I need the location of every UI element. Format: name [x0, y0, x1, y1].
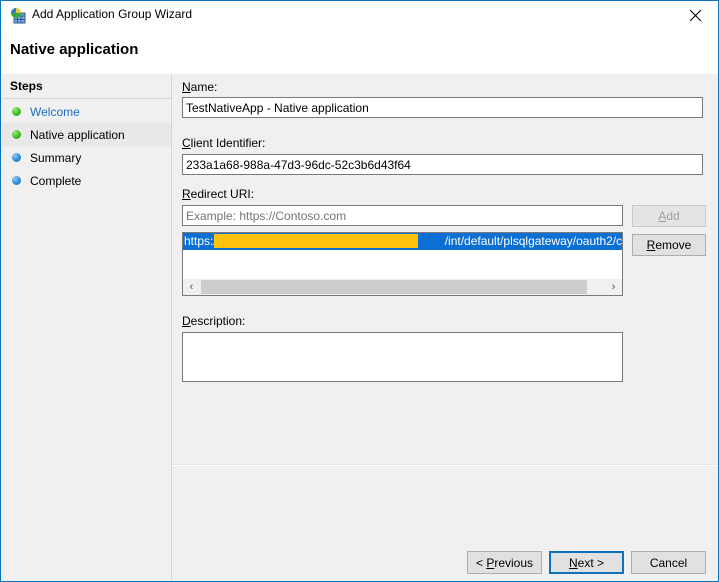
- steps-sidebar: Steps Welcome Native application Summary…: [2, 74, 172, 581]
- name-label-accel: N: [182, 80, 191, 94]
- scroll-right-arrow-icon[interactable]: ›: [605, 279, 622, 295]
- wizard-window: Add Application Group Wizard Native appl…: [0, 0, 719, 582]
- add-button-rest: dd: [666, 209, 680, 223]
- remove-button[interactable]: Remove: [632, 234, 706, 256]
- redirect-uri-suffix: /int/default/plsqlgateway/oauth2/callbac: [444, 234, 622, 248]
- previous-button-rest: revious: [494, 555, 534, 570]
- redirect-uri-label-rest: edirect URI:: [190, 187, 255, 201]
- sidebar-item-native-application[interactable]: Native application: [2, 123, 171, 146]
- redirect-uri-input[interactable]: [182, 205, 623, 226]
- sidebar-item-summary[interactable]: Summary: [2, 146, 171, 169]
- application-group-icon: [10, 8, 26, 24]
- steps-heading: Steps: [10, 79, 43, 93]
- sidebar-item-label: Complete: [30, 173, 82, 188]
- redirect-uri-label-accel: R: [182, 187, 191, 201]
- step-bullet-icon: [12, 107, 21, 116]
- next-button[interactable]: Next >: [549, 551, 624, 574]
- description-label: Description:: [182, 314, 245, 328]
- sidebar-item-welcome[interactable]: Welcome: [2, 100, 171, 123]
- step-bullet-icon: [12, 153, 21, 162]
- sidebar-item-label: Welcome: [30, 104, 80, 119]
- title-bar: Add Application Group Wizard: [1, 1, 718, 30]
- description-input[interactable]: [182, 332, 623, 382]
- client-identifier-label: Client Identifier:: [182, 136, 265, 150]
- name-label-rest: ame:: [190, 80, 218, 94]
- window-title: Add Application Group Wizard: [32, 7, 193, 21]
- cancel-button[interactable]: Cancel: [631, 551, 706, 574]
- previous-button-prefix: <: [475, 555, 487, 570]
- client-identifier-label-accel: C: [182, 136, 191, 150]
- page-title: Native application: [10, 41, 139, 58]
- add-button[interactable]: Add: [632, 205, 706, 227]
- previous-button[interactable]: < Previous: [467, 551, 542, 574]
- sidebar-divider: [2, 98, 171, 99]
- next-button-suffix: >: [593, 555, 605, 570]
- horizontal-scrollbar[interactable]: ‹ ›: [183, 278, 622, 295]
- scroll-left-arrow-icon[interactable]: ‹: [183, 279, 200, 295]
- main-panel: Name: Client Identifier: Redirect URI: A…: [172, 74, 718, 581]
- next-button-rest: ext: [577, 555, 594, 570]
- name-label: Name:: [182, 80, 217, 94]
- step-bullet-icon: [12, 176, 21, 185]
- scrollbar-thumb[interactable]: [201, 280, 587, 294]
- redaction-bar: [214, 234, 418, 248]
- step-bullet-icon: [12, 130, 21, 139]
- client-identifier-label-rest: lient Identifier:: [190, 136, 266, 150]
- close-icon[interactable]: [673, 1, 718, 30]
- footer-divider: [172, 464, 718, 466]
- redirect-uri-list[interactable]: https:/xxxxxxxxxxxxxxxxxxxxxxxxxxxxxxxxx…: [182, 232, 623, 296]
- redirect-uri-prefix: https:/: [184, 234, 217, 248]
- client-identifier-input[interactable]: [182, 154, 703, 175]
- description-label-accel: D: [182, 314, 191, 328]
- list-item[interactable]: https:/xxxxxxxxxxxxxxxxxxxxxxxxxxxxxxxxx…: [183, 233, 622, 250]
- description-label-rest: escription:: [190, 314, 246, 328]
- next-button-accel: N: [568, 555, 578, 570]
- sidebar-item-label: Summary: [30, 150, 82, 165]
- remove-button-accel: R: [646, 238, 656, 252]
- cancel-button-label: Cancel: [649, 555, 688, 570]
- sidebar-item-complete[interactable]: Complete: [2, 169, 171, 192]
- sidebar-item-label: Native application: [30, 127, 125, 142]
- remove-button-rest: emove: [655, 238, 692, 252]
- page-header: Native application: [2, 30, 718, 74]
- name-input[interactable]: [182, 97, 703, 118]
- redirect-uri-label: Redirect URI:: [182, 187, 254, 201]
